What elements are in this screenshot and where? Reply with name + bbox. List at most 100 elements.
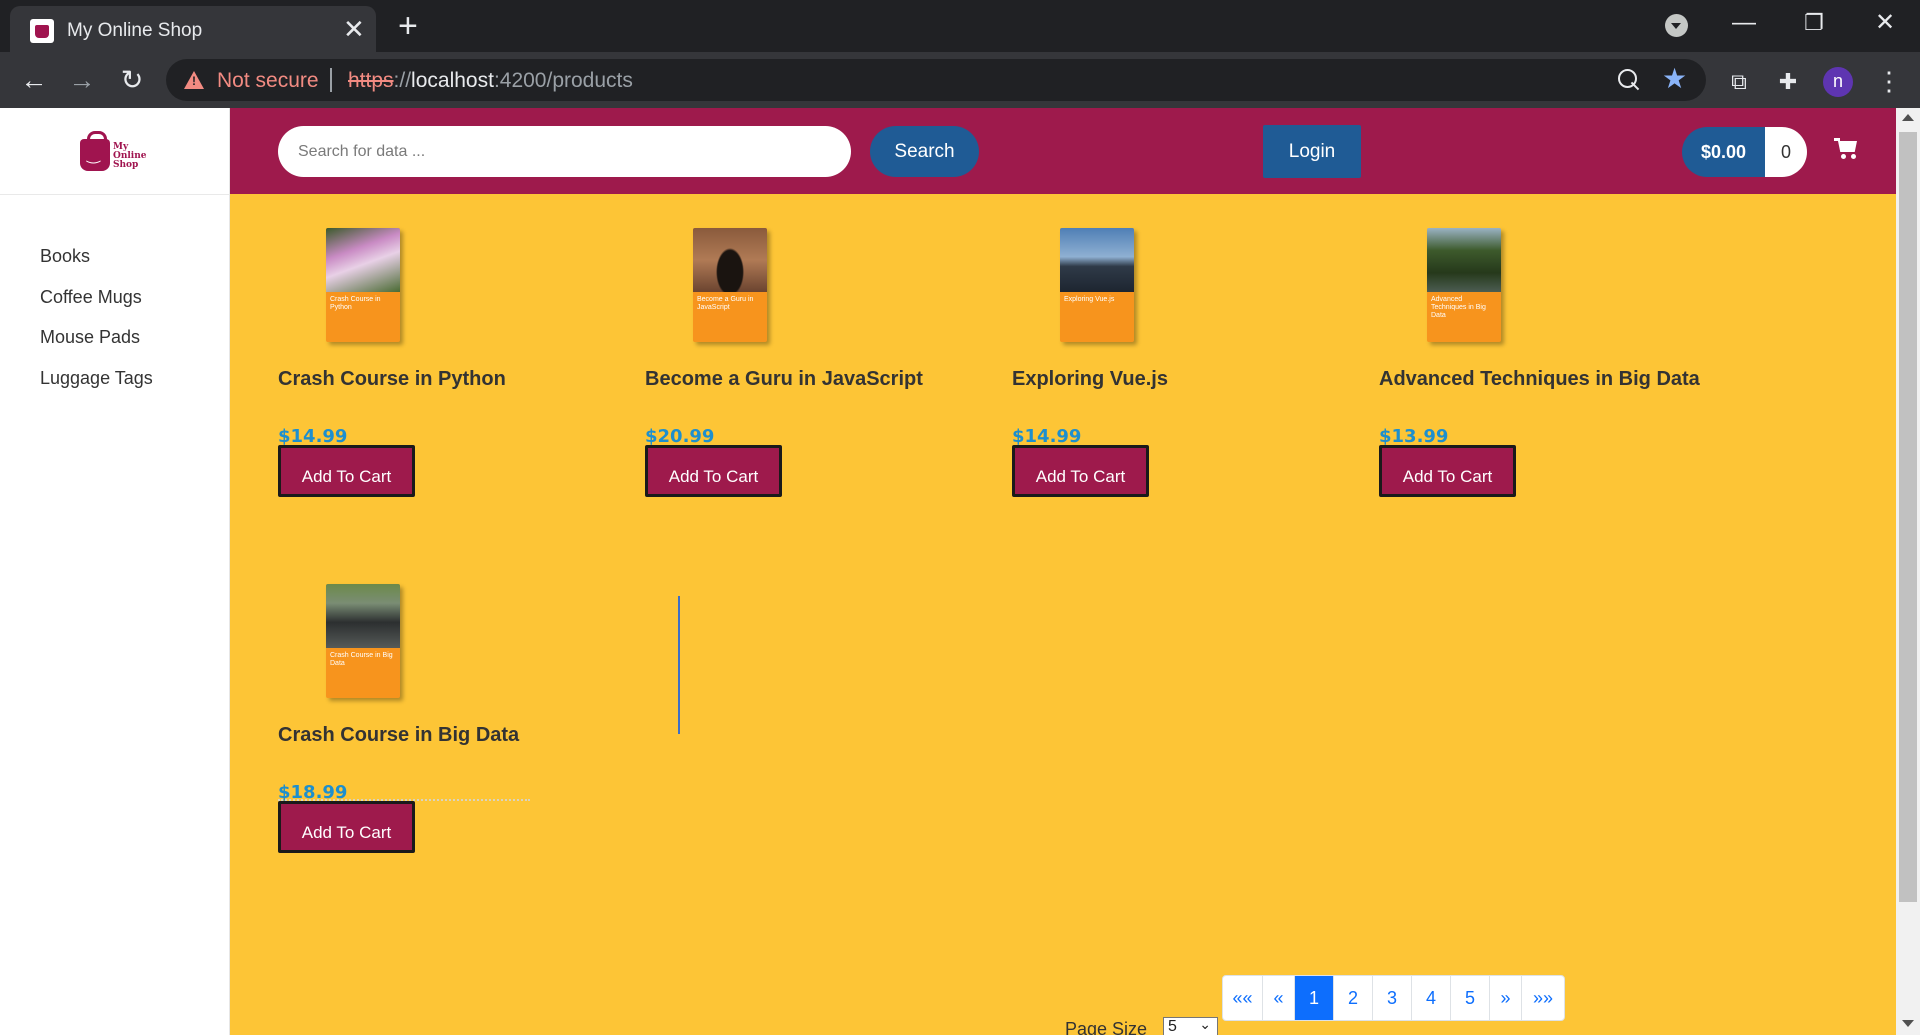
book-cover-image[interactable]: Crash Course in Big Data [326, 584, 400, 698]
pagination-next[interactable]: » [1490, 976, 1522, 1020]
search-input[interactable] [278, 126, 851, 177]
search-button[interactable]: Search [870, 126, 979, 177]
category-luggage-tags[interactable]: Luggage Tags [40, 366, 153, 407]
pagination: «« « 1 2 3 4 5 » »» [1222, 975, 1565, 1021]
product-price: $20.99 [645, 426, 715, 447]
pagination-page-5[interactable]: 5 [1451, 976, 1490, 1020]
page-size-label: Page Size [1065, 1019, 1148, 1035]
minimize-button[interactable]: — [1724, 8, 1764, 38]
product-card: Crash Course in Python Crash Course in P… [278, 228, 578, 528]
product-card: Advanced Techniques in Big Data Advanced… [1379, 228, 1700, 528]
product-name[interactable]: Advanced Techniques in Big Data [1379, 368, 1700, 391]
add-to-cart-button[interactable]: Add To Cart [278, 801, 415, 853]
url-scheme: https [348, 69, 394, 92]
product-name[interactable]: Crash Course in Python [278, 368, 506, 391]
archway-photo [693, 228, 767, 292]
category-books[interactable]: Books [40, 244, 153, 285]
product-name[interactable]: Exploring Vue.js [1012, 368, 1168, 391]
restore-button[interactable]: ❐ [1794, 8, 1834, 38]
cover-title: Advanced Techniques in Big Data [1431, 296, 1486, 319]
shop-logo[interactable]: My Online Shop [80, 131, 152, 177]
tab-title: My Online Shop [67, 20, 203, 41]
category-mouse-pads[interactable]: Mouse Pads [40, 325, 153, 366]
scroll-down-arrow-icon[interactable] [1902, 1020, 1914, 1027]
pagination-prev[interactable]: « [1263, 976, 1295, 1020]
bookmark-star-icon[interactable]: ★ [1662, 65, 1687, 93]
category-coffee-mugs[interactable]: Coffee Mugs [40, 285, 153, 326]
page-scrollbar[interactable] [1896, 108, 1920, 1035]
product-name[interactable]: Crash Course in Big Data [278, 724, 519, 747]
cover-title: Become a Guru in JavaScript [697, 296, 754, 311]
book-cover-image[interactable]: Become a Guru in JavaScript [693, 228, 767, 342]
pagination-page-1[interactable]: 1 [1295, 976, 1334, 1020]
page-size-select[interactable]: 5 ⌄ [1163, 1016, 1218, 1035]
url-host: localhost [411, 69, 494, 92]
scroll-thumb[interactable] [1899, 132, 1917, 902]
address-bar[interactable]: Not secure https://localhost:4200/produc… [166, 59, 1706, 101]
scroll-up-arrow-icon[interactable] [1902, 114, 1914, 121]
sidebar: My Online Shop Books Coffee Mugs Mouse P… [0, 108, 230, 1035]
tab-close-icon[interactable]: ✕ [343, 16, 365, 42]
browser-menu-icon[interactable]: ⋮ [1876, 66, 1902, 96]
book-cover-image[interactable]: Exploring Vue.js [1060, 228, 1134, 342]
book-cover-image[interactable]: Crash Course in Python [326, 228, 400, 342]
product-price: $14.99 [278, 426, 348, 447]
sidebar-divider [0, 194, 230, 195]
reload-button[interactable]: ↻ [114, 62, 150, 98]
browser-toolbar: ← → ↻ Not secure https://localhost:4200/… [0, 52, 1920, 108]
forward-button[interactable]: → [64, 62, 100, 98]
browser-tab-strip: My Online Shop ✕ + — ❐ ✕ [0, 0, 1920, 52]
product-name[interactable]: Become a Guru in JavaScript [645, 368, 923, 391]
add-to-cart-button[interactable]: Add To Cart [1379, 445, 1516, 497]
product-card: Become a Guru in JavaScript Become a Gur… [645, 228, 945, 528]
translate-extension-icon[interactable]: ⧉ [1726, 69, 1752, 95]
url-separator: :// [393, 69, 412, 92]
url-text[interactable]: https://localhost:4200/products [348, 69, 633, 93]
shopping-cart-icon[interactable] [1834, 138, 1858, 160]
ruins-photo [326, 584, 400, 648]
focus-caret-line [678, 596, 680, 734]
tab-search-icon[interactable] [1665, 14, 1688, 37]
omnibox-divider [330, 68, 332, 92]
book-cover-image[interactable]: Advanced Techniques in Big Data [1427, 228, 1501, 342]
cart-status[interactable]: $0.00 0 [1682, 127, 1807, 177]
product-card: Crash Course in Big Data Crash Course in… [278, 584, 578, 884]
product-card: Exploring Vue.js Exploring Vue.js $14.99… [1012, 228, 1312, 528]
logo-text: My Online Shop [113, 142, 147, 170]
warning-icon [184, 71, 204, 89]
browser-tab[interactable]: My Online Shop ✕ [10, 6, 376, 52]
new-tab-button[interactable]: + [398, 9, 418, 43]
hover-underline [278, 799, 530, 801]
pagination-page-4[interactable]: 4 [1412, 976, 1451, 1020]
city-skyline-photo [1060, 228, 1134, 292]
cover-title: Exploring Vue.js [1064, 296, 1115, 303]
url-path: :4200/products [493, 69, 633, 92]
site-header: Search Login $0.00 0 [230, 108, 1896, 194]
pagination-page-3[interactable]: 3 [1373, 976, 1412, 1020]
cart-count: 0 [1765, 127, 1807, 177]
product-grid: Crash Course in Python Crash Course in P… [230, 194, 1896, 1035]
add-to-cart-button[interactable]: Add To Cart [645, 445, 782, 497]
cover-title: Crash Course in Big Data [330, 652, 393, 667]
product-price: $14.99 [1012, 426, 1082, 447]
profile-avatar[interactable]: n [1823, 67, 1853, 97]
page-viewport: My Online Shop Books Coffee Mugs Mouse P… [0, 108, 1920, 1035]
extensions-puzzle-icon[interactable]: ✚ [1775, 69, 1801, 95]
back-button[interactable]: ← [16, 62, 52, 98]
zoom-icon[interactable] [1617, 68, 1641, 92]
login-button[interactable]: Login [1263, 125, 1361, 178]
add-to-cart-button[interactable]: Add To Cart [278, 445, 415, 497]
pagination-first[interactable]: «« [1223, 976, 1263, 1020]
page-size-value: 5 [1168, 1018, 1177, 1035]
security-status[interactable]: Not secure [217, 69, 319, 93]
cart-total: $0.00 [1682, 127, 1765, 177]
pagination-page-2[interactable]: 2 [1334, 976, 1373, 1020]
chevron-down-icon: ⌄ [1199, 1016, 1211, 1032]
category-list: Books Coffee Mugs Mouse Pads Luggage Tag… [40, 244, 153, 406]
add-to-cart-button[interactable]: Add To Cart [1012, 445, 1149, 497]
river-trees-photo [1427, 228, 1501, 292]
pagination-last[interactable]: »» [1522, 976, 1564, 1020]
shopping-bag-icon [80, 131, 110, 171]
product-price: $13.99 [1379, 426, 1449, 447]
close-window-button[interactable]: ✕ [1865, 8, 1905, 38]
